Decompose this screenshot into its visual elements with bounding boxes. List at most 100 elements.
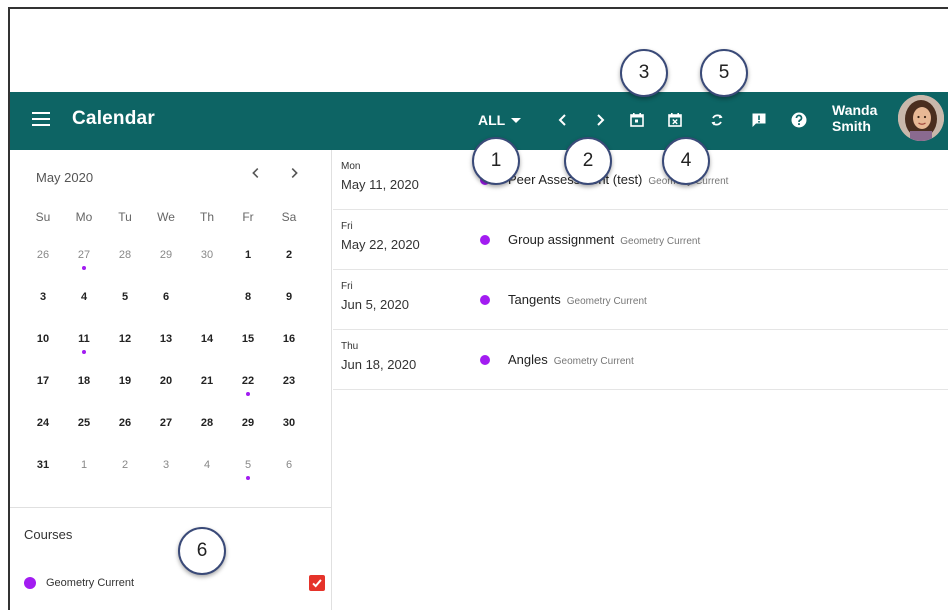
courses-heading: Courses (24, 527, 73, 542)
day-number: 22 (241, 375, 255, 387)
help-button[interactable] (786, 107, 812, 133)
event-title[interactable]: Group assignment Geometry Current (508, 232, 700, 247)
mini-prev-month-button[interactable] (246, 165, 266, 187)
calendar-day[interactable]: 28 (110, 243, 140, 267)
calendar-day[interactable]: 21 (192, 369, 222, 393)
day-number: 14 (200, 333, 214, 345)
filter-dropdown[interactable]: ALL (478, 112, 522, 128)
calendar-day[interactable]: 19 (110, 369, 140, 393)
calendar-day[interactable]: 13 (151, 327, 181, 351)
calendar-day[interactable]: 9 (274, 285, 304, 309)
calendar-day[interactable]: 4 (192, 453, 222, 477)
day-number: 29 (159, 249, 173, 261)
calendar-day[interactable]: 25 (69, 411, 99, 435)
day-number: 12 (118, 333, 132, 345)
calendar-day[interactable]: 18 (69, 369, 99, 393)
avatar[interactable] (898, 95, 944, 141)
calendar-day[interactable]: 10 (28, 327, 58, 351)
calendar-day[interactable]: 30 (192, 243, 222, 267)
calendar-day[interactable]: 1 (69, 453, 99, 477)
calendar-day[interactable]: 26 (110, 411, 140, 435)
calendar-day[interactable]: 24 (28, 411, 58, 435)
next-button[interactable] (587, 107, 613, 133)
calendar-day[interactable]: 1 (233, 243, 263, 267)
agenda-row[interactable]: Thu Jun 18, 2020 Angles Geometry Current (333, 330, 948, 390)
day-number: 23 (282, 375, 296, 387)
calendar-day[interactable]: 14 (192, 327, 222, 351)
calendar-day[interactable]: 16 (274, 327, 304, 351)
calendar-day[interactable]: 28 (192, 411, 222, 435)
calendar-day[interactable]: 4 (69, 285, 99, 309)
calendar-day[interactable]: 29 (233, 411, 263, 435)
course-visibility-checkbox[interactable] (309, 575, 325, 591)
day-number: 15 (241, 333, 255, 345)
weekday-label: Th (199, 210, 214, 224)
event-weekday: Mon (341, 161, 361, 172)
calendar-day[interactable]: 27 (69, 243, 99, 270)
calendar-day[interactable]: 2 (274, 243, 304, 267)
calendar-day[interactable]: 3 (28, 285, 58, 309)
sync-button[interactable] (704, 107, 730, 133)
sidebar: May 2020 Su Mo Tu We Th Fr Sa 26 27 28 29 30 1 2 3 4 5 6… (10, 150, 332, 610)
agenda-row[interactable]: Fri May 22, 2020 Group assignment Geometry … (333, 210, 948, 270)
calendar-day-today[interactable]: 7 (192, 285, 222, 309)
calendar-day[interactable]: 5 (233, 453, 263, 480)
event-color-dot (480, 235, 490, 245)
day-number: 26 (118, 417, 132, 429)
calendar-day[interactable]: 8 (233, 285, 263, 309)
event-course: Geometry Current (620, 236, 701, 247)
weekday-label: Sa (281, 210, 297, 224)
weekday-label: Fr (242, 210, 254, 224)
calendar-day[interactable]: 15 (233, 327, 263, 351)
event-color-dot (480, 355, 490, 365)
agenda-row[interactable]: Fri Jun 5, 2020 Tangents Geometry Current (333, 270, 948, 330)
event-indicator-dot (82, 350, 86, 354)
calendar-day[interactable]: 11 (69, 327, 99, 354)
mini-next-month-button[interactable] (284, 165, 304, 187)
calendar-day[interactable]: 20 (151, 369, 181, 393)
calendar-day[interactable]: 6 (151, 285, 181, 309)
event-date: Jun 5, 2020 (341, 297, 409, 312)
day-number: 2 (285, 249, 293, 261)
calendar-day[interactable]: 31 (28, 453, 58, 477)
hamburger-menu-icon[interactable] (32, 109, 54, 131)
weekday-label: We (157, 210, 175, 224)
event-title[interactable]: Tangents Geometry Current (508, 292, 647, 307)
calendar-day[interactable]: 22 (233, 369, 263, 396)
weekday-label: Mo (75, 210, 93, 224)
day-number: 27 (159, 417, 173, 429)
day-number: 9 (285, 291, 293, 303)
calendar-day[interactable]: 29 (151, 243, 181, 267)
calendar-day[interactable]: 12 (110, 327, 140, 351)
day-number: 27 (77, 249, 91, 261)
previous-button[interactable] (550, 107, 576, 133)
calendar-day[interactable]: 17 (28, 369, 58, 393)
agenda-row[interactable]: MonMay 11, 2020Peer Assessment (test)Geo… (333, 150, 948, 210)
course-name: Geometry Current (46, 577, 135, 589)
chevron-left-icon (558, 114, 566, 126)
calendar-today-icon (630, 113, 644, 127)
today-button[interactable] (624, 107, 650, 133)
calendar-day[interactable]: 23 (274, 369, 304, 393)
calendar-day[interactable]: 6 (274, 453, 304, 477)
calendar-day[interactable]: 2 (110, 453, 140, 477)
calendar-day[interactable]: 27 (151, 411, 181, 435)
event-title[interactable]: Angles Geometry Current (508, 352, 634, 367)
calendar-day[interactable]: 3 (151, 453, 181, 477)
user-name[interactable]: Wanda Smith (832, 102, 877, 134)
day-number: 29 (241, 417, 255, 429)
calendar-day[interactable]: 30 (274, 411, 304, 435)
calendar-day[interactable]: 26 (28, 243, 58, 267)
course-item[interactable]: Geometry Current (24, 575, 325, 591)
event-indicator-dot (82, 266, 86, 270)
weekday-label: Tu (118, 210, 132, 224)
app-frame: Calendar ALL Wanda Smith May 2020 Su Mo … (8, 7, 948, 610)
callout-3: 3 (620, 49, 668, 97)
feedback-button[interactable] (746, 107, 772, 133)
clear-date-button[interactable] (662, 107, 688, 133)
day-number: 4 (203, 459, 211, 471)
event-date: May 11, 2020 (341, 177, 419, 192)
day-number: 16 (282, 333, 296, 345)
event-weekday: Fri (341, 221, 353, 232)
calendar-day[interactable]: 5 (110, 285, 140, 309)
